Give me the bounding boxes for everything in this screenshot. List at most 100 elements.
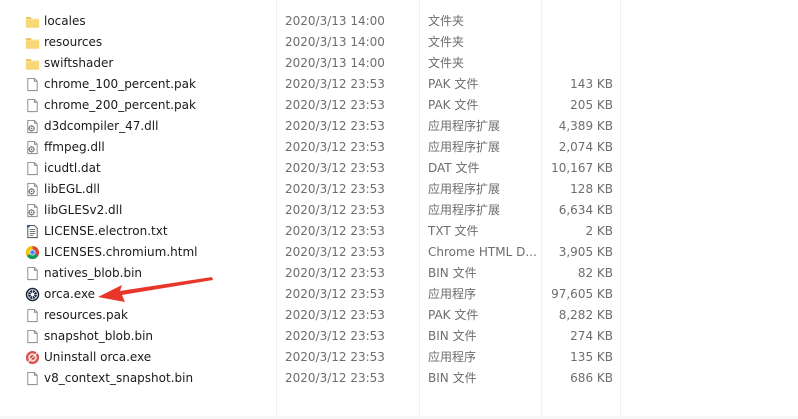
file-name: chrome_200_percent.pak [44, 98, 196, 112]
file-name: libEGL.dll [44, 182, 100, 196]
file-date-modified: 2020/3/13 14:00 [285, 14, 385, 28]
file-row-chrome-200-percent-pak[interactable]: chrome_200_percent.pak 2020/3/12 23:53 PAK… [0, 95, 798, 116]
file-size: 3,905 KB [558, 245, 613, 259]
file-row-v8-context-snapshot-bin[interactable]: v8_context_snapshot.bin 2020/3/12 23:53 BI… [0, 368, 798, 389]
file-size: 6,634 KB [558, 203, 613, 217]
dll-icon [25, 119, 40, 134]
file-explorer-view: locales 2020/3/13 14:00 文件夹 resources 2020/3… [0, 0, 798, 419]
folder-icon [25, 56, 40, 71]
file-name: LICENSE.electron.txt [44, 224, 168, 238]
file-icon [25, 98, 40, 113]
file-date-modified: 2020/3/12 23:53 [285, 245, 385, 259]
file-row-swiftshader[interactable]: swiftshader 2020/3/13 14:00 文件夹 [0, 53, 798, 74]
file-type: PAK 文件 [428, 77, 479, 91]
file-row-libegl-dll[interactable]: libEGL.dll 2020/3/12 23:53 应用程序扩展 128 KB [0, 179, 798, 200]
file-date-modified: 2020/3/12 23:53 [285, 371, 385, 385]
file-size: 128 KB [570, 182, 613, 196]
file-size: 2 KB [585, 224, 613, 238]
file-size: 10,167 KB [551, 161, 613, 175]
file-size: 2,074 KB [558, 140, 613, 154]
file-row-orca-exe[interactable]: orca.exe 2020/3/12 23:53 应用程序 97,605 KB [0, 284, 798, 305]
file-name: chrome_100_percent.pak [44, 77, 196, 91]
file-name: LICENSES.chromium.html [44, 245, 198, 259]
file-date-modified: 2020/3/13 14:00 [285, 35, 385, 49]
file-type: 应用程序扩展 [428, 182, 501, 196]
dll-icon [25, 140, 40, 155]
file-name: resources.pak [44, 308, 128, 322]
file-name: natives_blob.bin [44, 266, 143, 280]
file-row-chrome-100-percent-pak[interactable]: chrome_100_percent.pak 2020/3/12 23:53 PAK… [0, 74, 798, 95]
text-file-icon [25, 224, 40, 239]
file-date-modified: 2020/3/12 23:53 [285, 308, 385, 322]
file-type: DAT 文件 [428, 161, 480, 175]
file-date-modified: 2020/3/12 23:53 [285, 161, 385, 175]
file-type: 文件夹 [428, 14, 465, 28]
file-size: 143 KB [570, 77, 613, 91]
file-name: ffmpeg.dll [44, 140, 105, 154]
file-type: 应用程序 [428, 350, 477, 364]
file-row-uninstall-orca-exe[interactable]: Uninstall orca.exe 2020/3/12 23:53 应用程序 135… [0, 347, 798, 368]
file-icon [25, 329, 40, 344]
file-date-modified: 2020/3/12 23:53 [285, 224, 385, 238]
file-name: swiftshader [44, 56, 114, 70]
file-size: 274 KB [570, 329, 613, 343]
file-row-ffmpeg-dll[interactable]: ffmpeg.dll 2020/3/12 23:53 应用程序扩展 2,074 KB [0, 137, 798, 158]
file-date-modified: 2020/3/12 23:53 [285, 182, 385, 196]
dll-icon [25, 203, 40, 218]
file-size: 8,282 KB [558, 308, 613, 322]
file-name: v8_context_snapshot.bin [44, 371, 194, 385]
file-type: PAK 文件 [428, 308, 479, 322]
file-name: orca.exe [44, 287, 96, 301]
file-list: locales 2020/3/13 14:00 文件夹 resources 2020/3… [0, 11, 798, 389]
file-name: icudtl.dat [44, 161, 101, 175]
file-type: 应用程序 [428, 287, 477, 301]
file-type: BIN 文件 [428, 266, 477, 280]
file-date-modified: 2020/3/12 23:53 [285, 140, 385, 154]
file-size: 205 KB [570, 98, 613, 112]
file-row-libglesv2-dll[interactable]: libGLESv2.dll 2020/3/12 23:53 应用程序扩展 6,634 … [0, 200, 798, 221]
file-type: Chrome HTML D... [428, 245, 537, 259]
file-name: d3dcompiler_47.dll [44, 119, 159, 133]
file-name: Uninstall orca.exe [44, 350, 152, 364]
file-size: 97,605 KB [551, 287, 613, 301]
file-size: 4,389 KB [558, 119, 613, 133]
file-row-locales[interactable]: locales 2020/3/13 14:00 文件夹 [0, 11, 798, 32]
orca-app-icon [25, 287, 40, 302]
uninstall-app-icon [25, 350, 40, 365]
file-name: snapshot_blob.bin [44, 329, 154, 343]
file-row-d3dcompiler-47-dll[interactable]: d3dcompiler_47.dll 2020/3/12 23:53 应用程序扩展 4… [0, 116, 798, 137]
file-type: BIN 文件 [428, 371, 477, 385]
file-row-icudtl-dat[interactable]: icudtl.dat 2020/3/12 23:53 DAT 文件 10,167 KB [0, 158, 798, 179]
file-date-modified: 2020/3/12 23:53 [285, 329, 385, 343]
file-name: libGLESv2.dll [44, 203, 123, 217]
file-name: resources [44, 35, 103, 49]
file-date-modified: 2020/3/12 23:53 [285, 98, 385, 112]
file-row-license-electron-txt[interactable]: LICENSE.electron.txt 2020/3/12 23:53 TXT 文… [0, 221, 798, 242]
file-size: 686 KB [570, 371, 613, 385]
file-date-modified: 2020/3/12 23:53 [285, 203, 385, 217]
file-row-snapshot-blob-bin[interactable]: snapshot_blob.bin 2020/3/12 23:53 BIN 文件 27… [0, 326, 798, 347]
file-type: PAK 文件 [428, 98, 479, 112]
file-date-modified: 2020/3/13 14:00 [285, 56, 385, 70]
file-size: 135 KB [570, 350, 613, 364]
file-type: BIN 文件 [428, 329, 477, 343]
file-size: 82 KB [577, 266, 613, 280]
file-icon [25, 77, 40, 92]
file-date-modified: 2020/3/12 23:53 [285, 350, 385, 364]
file-icon [25, 161, 40, 176]
file-type: 文件夹 [428, 56, 465, 70]
file-row-resources-pak[interactable]: resources.pak 2020/3/12 23:53 PAK 文件 8,282 … [0, 305, 798, 326]
folder-icon [25, 35, 40, 50]
file-date-modified: 2020/3/12 23:53 [285, 77, 385, 91]
file-type: 文件夹 [428, 35, 465, 49]
file-row-natives-blob-bin[interactable]: natives_blob.bin 2020/3/12 23:53 BIN 文件 82 … [0, 263, 798, 284]
file-type: 应用程序扩展 [428, 203, 501, 217]
dll-icon [25, 182, 40, 197]
file-row-resources[interactable]: resources 2020/3/13 14:00 文件夹 [0, 32, 798, 53]
file-name: locales [44, 14, 86, 28]
folder-icon [25, 14, 40, 29]
file-date-modified: 2020/3/12 23:53 [285, 287, 385, 301]
file-row-licenses-chromium-html[interactable]: LICENSES.chromium.html 2020/3/12 23:53 Chr… [0, 242, 798, 263]
file-icon [25, 308, 40, 323]
file-type: 应用程序扩展 [428, 140, 501, 154]
